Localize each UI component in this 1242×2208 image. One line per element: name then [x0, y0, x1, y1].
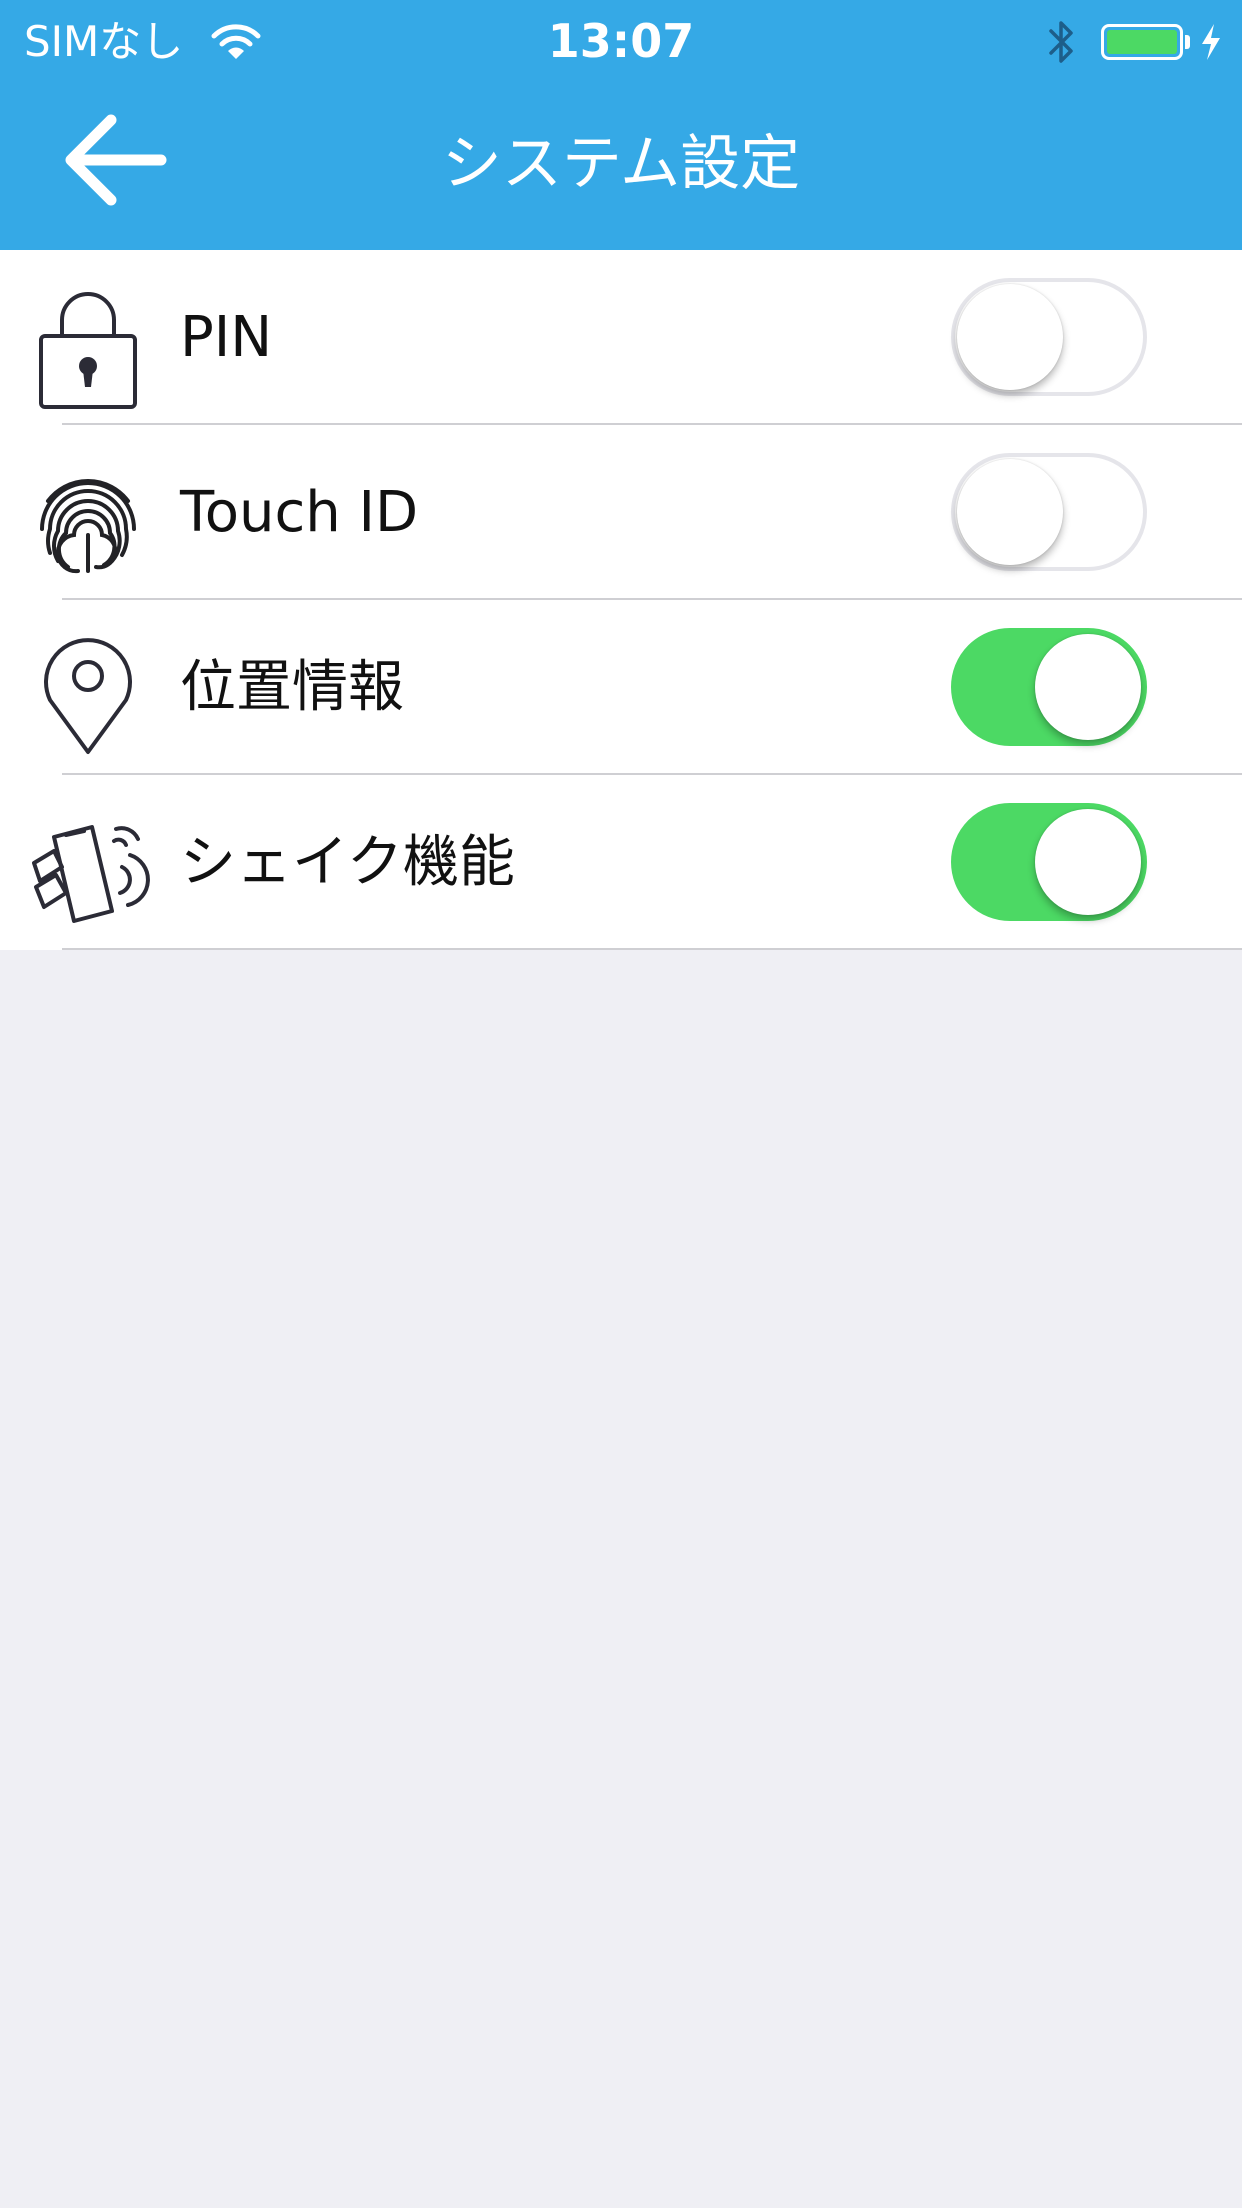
battery-nub — [1185, 35, 1190, 49]
shake-phone-icon — [32, 825, 150, 923]
bluetooth-icon — [1049, 21, 1073, 63]
fingerprint-icon — [40, 479, 136, 574]
settings-label-pin: PIN — [180, 305, 273, 370]
navigation-bar: システム設定 — [0, 84, 1242, 250]
toggle-knob — [1035, 809, 1141, 915]
settings-row-location: 位置情報 — [0, 600, 1242, 775]
settings-row-shake: シェイク機能 — [0, 775, 1242, 950]
settings-label-shake: シェイク機能 — [180, 830, 515, 895]
app-header: SIMなし 13:07 システム設定 — [0, 0, 1242, 250]
toggle-knob — [1035, 634, 1141, 740]
lock-icon — [39, 292, 137, 409]
settings-row-touch-id: Touch ID — [0, 425, 1242, 600]
settings-row-pin: PIN — [0, 250, 1242, 425]
battery-level — [1107, 30, 1177, 54]
toggle-knob — [957, 284, 1063, 390]
shake-toggle[interactable] — [951, 803, 1147, 921]
settings-label-touch-id: Touch ID — [180, 480, 419, 545]
touch-id-toggle[interactable] — [951, 453, 1147, 571]
settings-label-location: 位置情報 — [180, 655, 404, 720]
page-title: システム設定 — [441, 129, 801, 199]
status-bar: SIMなし 13:07 — [0, 0, 1242, 84]
location-pin-icon — [44, 638, 132, 754]
toggle-knob — [957, 459, 1063, 565]
row-divider — [62, 948, 1242, 950]
pin-toggle[interactable] — [951, 278, 1147, 396]
charging-bolt-icon — [1202, 24, 1220, 60]
status-right-group — [1045, 14, 1224, 70]
location-toggle[interactable] — [951, 628, 1147, 746]
settings-list: PIN Touch ID 位置情報 シェイク機能 — [0, 250, 1242, 950]
battery-icon — [1101, 24, 1183, 60]
